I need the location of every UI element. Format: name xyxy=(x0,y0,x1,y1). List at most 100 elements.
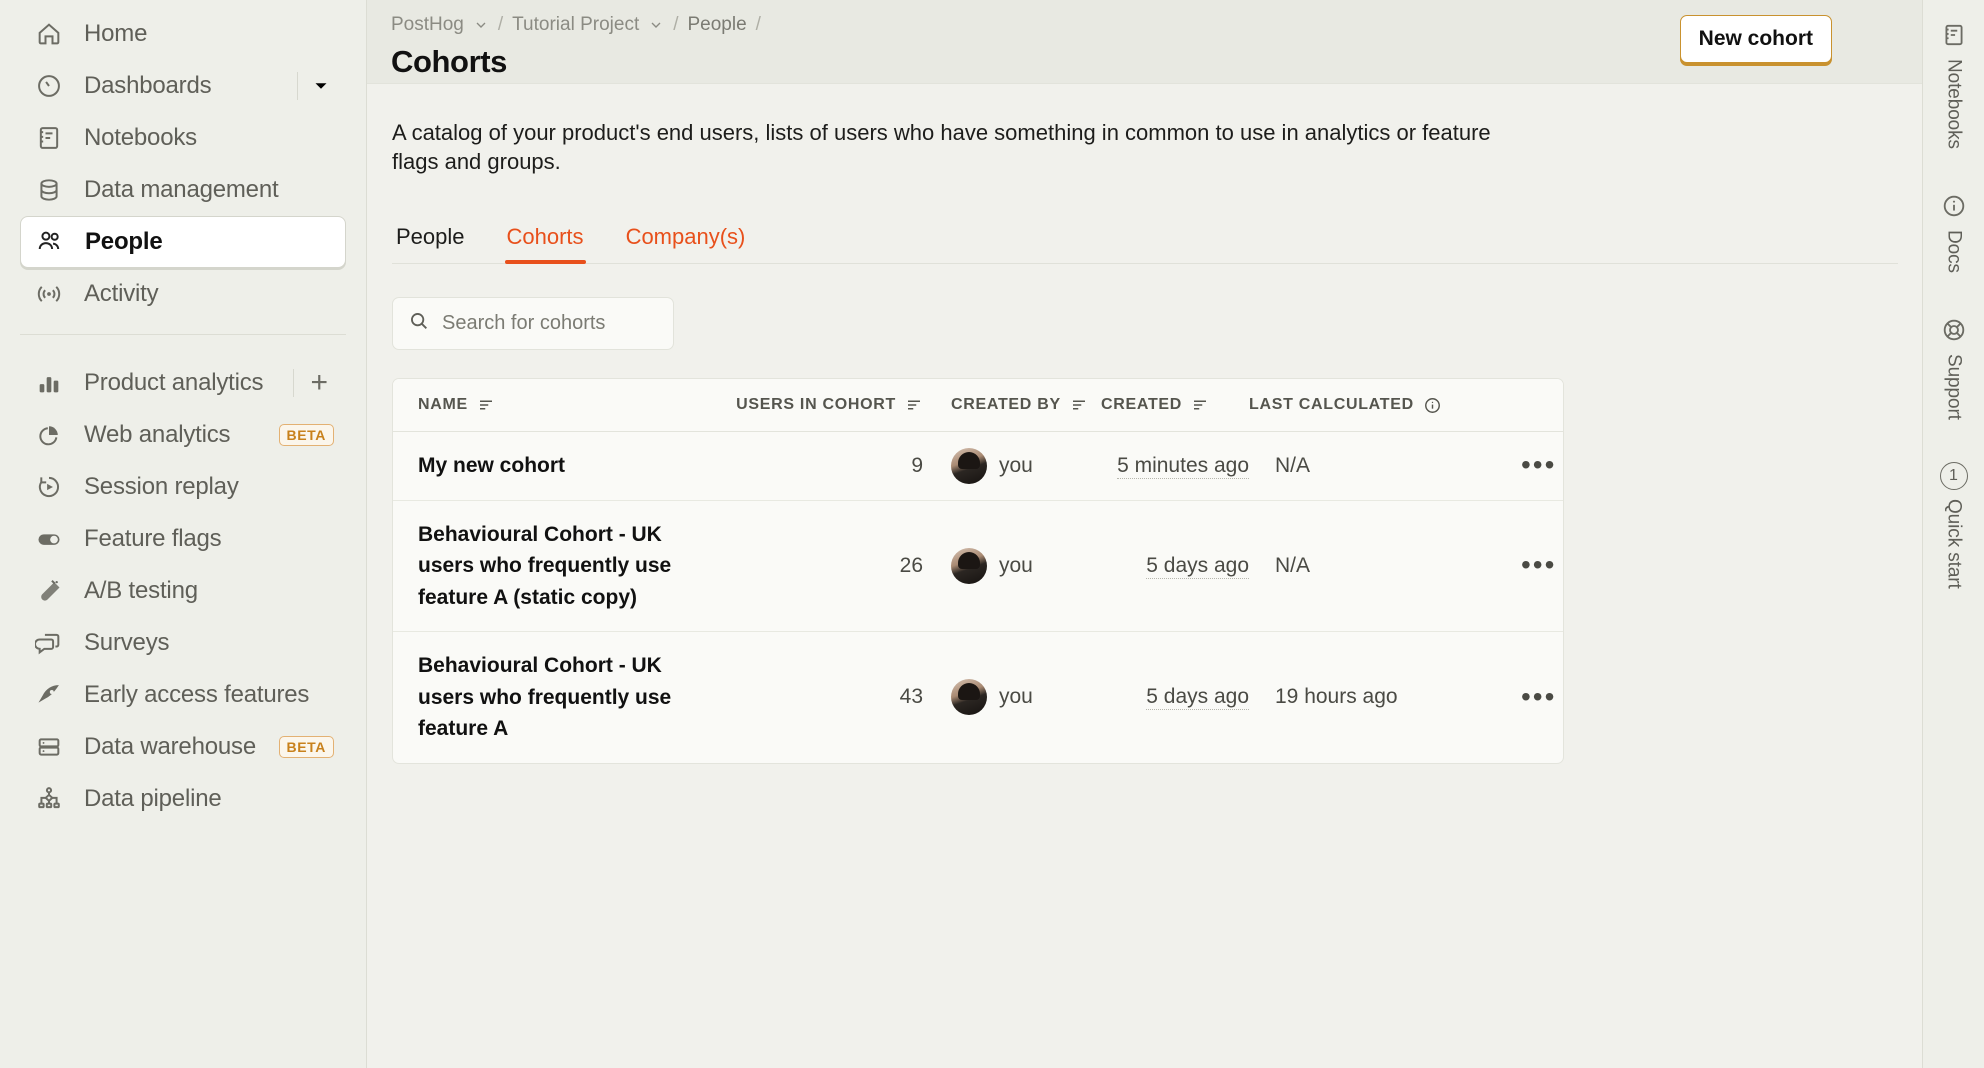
sidebar-item-data-warehouse[interactable]: Data warehouse BETA xyxy=(20,721,346,773)
bar-chart-icon xyxy=(32,366,66,400)
chevron-down-icon[interactable] xyxy=(473,17,489,33)
badge-count-icon: 1 xyxy=(1939,461,1968,490)
rail-item-label: Support xyxy=(1943,353,1965,420)
column-header-users-in-cohort[interactable]: USERS IN COHORT xyxy=(705,396,923,414)
more-options-icon[interactable]: ••• xyxy=(1521,451,1556,479)
page-title: Cohorts xyxy=(391,44,508,79)
avatar xyxy=(951,447,987,484)
sidebar-data-warehouse-actions: BETA xyxy=(278,736,334,758)
sidebar-item-early-access-features[interactable]: Early access features xyxy=(20,669,346,721)
sidebar-item-label: Feature flags xyxy=(84,525,222,552)
search-cohorts-box[interactable] xyxy=(392,297,674,351)
left-sidebar: Home Dashboards Notebooks Data managemen… xyxy=(0,0,367,1068)
sort-icon xyxy=(905,396,923,414)
breadcrumb-separator: / xyxy=(673,14,679,35)
sidebar-item-label: Dashboards xyxy=(84,72,212,99)
top-bar: PostHog / Tutorial Project / People / Co… xyxy=(367,0,1922,84)
sidebar-item-label: Notebooks xyxy=(84,124,197,151)
column-header-last-calculated[interactable]: LAST CALCULATED xyxy=(1249,396,1509,415)
more-options-icon[interactable]: ••• xyxy=(1521,683,1556,711)
breadcrumb-separator: / xyxy=(755,14,761,35)
search-icon xyxy=(408,310,430,337)
right-rail: Notebooks Docs Support 1 Quick start xyxy=(1922,0,1984,1068)
rail-item-notebooks[interactable]: Notebooks xyxy=(1939,14,1969,155)
table-row[interactable]: Behavioural Cohort - UK users who freque… xyxy=(393,632,1563,763)
pie-chart-icon xyxy=(32,418,66,452)
column-header-created[interactable]: CREATED xyxy=(1101,396,1249,414)
tab-companies[interactable]: Company(s) xyxy=(624,224,748,263)
table-row[interactable]: Behavioural Cohort - UK users who freque… xyxy=(393,501,1563,633)
row-actions: ••• xyxy=(1509,551,1563,579)
sidebar-item-label: Product analytics xyxy=(84,369,264,396)
sidebar-item-ab-testing[interactable]: A/B testing xyxy=(20,565,346,617)
breadcrumb-item-organization[interactable]: PostHog xyxy=(391,14,464,36)
sidebar-primary-group: Home Dashboards Notebooks Data managemen… xyxy=(20,0,346,320)
cell-last-calculated: N/A xyxy=(1275,453,1311,477)
table-row[interactable]: My new cohort 9 you 5 minutes ago N/A ••… xyxy=(393,432,1563,501)
sidebar-item-notebooks[interactable]: Notebooks xyxy=(20,112,346,164)
info-circle-icon[interactable] xyxy=(1423,396,1442,415)
sidebar-item-session-replay[interactable]: Session replay xyxy=(20,461,346,513)
chevron-down-icon[interactable] xyxy=(308,73,334,99)
chevron-down-icon[interactable] xyxy=(648,17,664,33)
sidebar-item-label: Data pipeline xyxy=(84,785,222,812)
column-header-created-by[interactable]: CREATED BY xyxy=(923,396,1101,414)
column-header-label: USERS IN COHORT xyxy=(736,396,896,414)
tab-people[interactable]: People xyxy=(394,224,467,263)
lifebuoy-icon xyxy=(1939,315,1969,345)
cohorts-table: NAME USERS IN COHORT CREATED BY CREATED … xyxy=(392,378,1564,764)
sidebar-item-data-management[interactable]: Data management xyxy=(20,164,346,216)
sidebar-item-feature-flags[interactable]: Feature flags xyxy=(20,513,346,565)
created-by-name: you xyxy=(999,453,1033,477)
cell-cohort-name[interactable]: Behavioural Cohort - UK users who freque… xyxy=(393,632,705,763)
sidebar-item-surveys[interactable]: Surveys xyxy=(20,617,346,669)
sidebar-item-dashboards[interactable]: Dashboards xyxy=(20,60,346,112)
cell-users-in-cohort: 9 xyxy=(911,453,923,477)
sidebar-item-home[interactable]: Home xyxy=(20,8,346,60)
rail-item-docs[interactable]: Docs xyxy=(1939,185,1969,279)
tab-cohorts[interactable]: Cohorts xyxy=(504,224,586,265)
row-actions: ••• xyxy=(1509,451,1563,479)
info-circle-icon xyxy=(1939,191,1969,221)
column-header-label: CREATED xyxy=(1101,396,1183,414)
column-header-name[interactable]: NAME xyxy=(393,396,705,414)
divider xyxy=(297,72,298,100)
sort-icon xyxy=(1070,396,1088,414)
sidebar-item-label: Web analytics xyxy=(84,421,231,448)
sidebar-item-data-pipeline[interactable]: Data pipeline xyxy=(20,773,346,825)
sidebar-item-web-analytics[interactable]: Web analytics BETA xyxy=(20,409,346,461)
add-insight-button[interactable]: + xyxy=(304,368,334,398)
activity-icon xyxy=(32,277,66,311)
server-icon xyxy=(32,730,66,764)
sidebar-item-activity[interactable]: Activity xyxy=(20,268,346,320)
rocket-icon xyxy=(32,678,66,712)
pipeline-icon xyxy=(32,782,66,816)
gauge-icon xyxy=(32,69,66,103)
cell-cohort-name[interactable]: Behavioural Cohort - UK users who freque… xyxy=(393,501,705,632)
column-header-label: CREATED BY xyxy=(951,396,1061,414)
rail-item-quick-start[interactable]: 1 Quick start xyxy=(1939,456,1968,595)
rail-item-label: Notebooks xyxy=(1943,59,1965,149)
sidebar-item-product-analytics[interactable]: Product analytics + xyxy=(20,357,346,409)
more-options-icon[interactable]: ••• xyxy=(1521,551,1556,579)
created-by-name: you xyxy=(999,553,1033,577)
sidebar-item-label: Session replay xyxy=(84,473,239,500)
search-input[interactable] xyxy=(442,312,658,336)
breadcrumb-and-title: PostHog / Tutorial Project / People / Co… xyxy=(391,10,761,80)
cell-users-in-cohort: 43 xyxy=(899,685,923,709)
content-area: A catalog of your product's end users, l… xyxy=(367,84,1922,1068)
column-header-label: NAME xyxy=(418,396,468,414)
sidebar-item-label: People xyxy=(85,228,163,255)
new-cohort-button[interactable]: New cohort xyxy=(1679,15,1832,63)
cell-users-in-cohort: 26 xyxy=(899,553,923,577)
breadcrumb-item-project[interactable]: Tutorial Project xyxy=(512,14,639,36)
main-area: PostHog / Tutorial Project / People / Co… xyxy=(367,0,1922,1068)
beta-badge: BETA xyxy=(278,424,334,446)
database-icon xyxy=(32,173,66,207)
breadcrumb-item-people[interactable]: People xyxy=(688,14,747,36)
sidebar-item-people[interactable]: People xyxy=(20,216,346,268)
cell-cohort-name[interactable]: My new cohort xyxy=(393,432,705,500)
rail-item-support[interactable]: Support xyxy=(1939,309,1969,426)
sidebar-item-label: A/B testing xyxy=(84,577,198,604)
sidebar-web-analytics-actions: BETA xyxy=(278,424,334,446)
